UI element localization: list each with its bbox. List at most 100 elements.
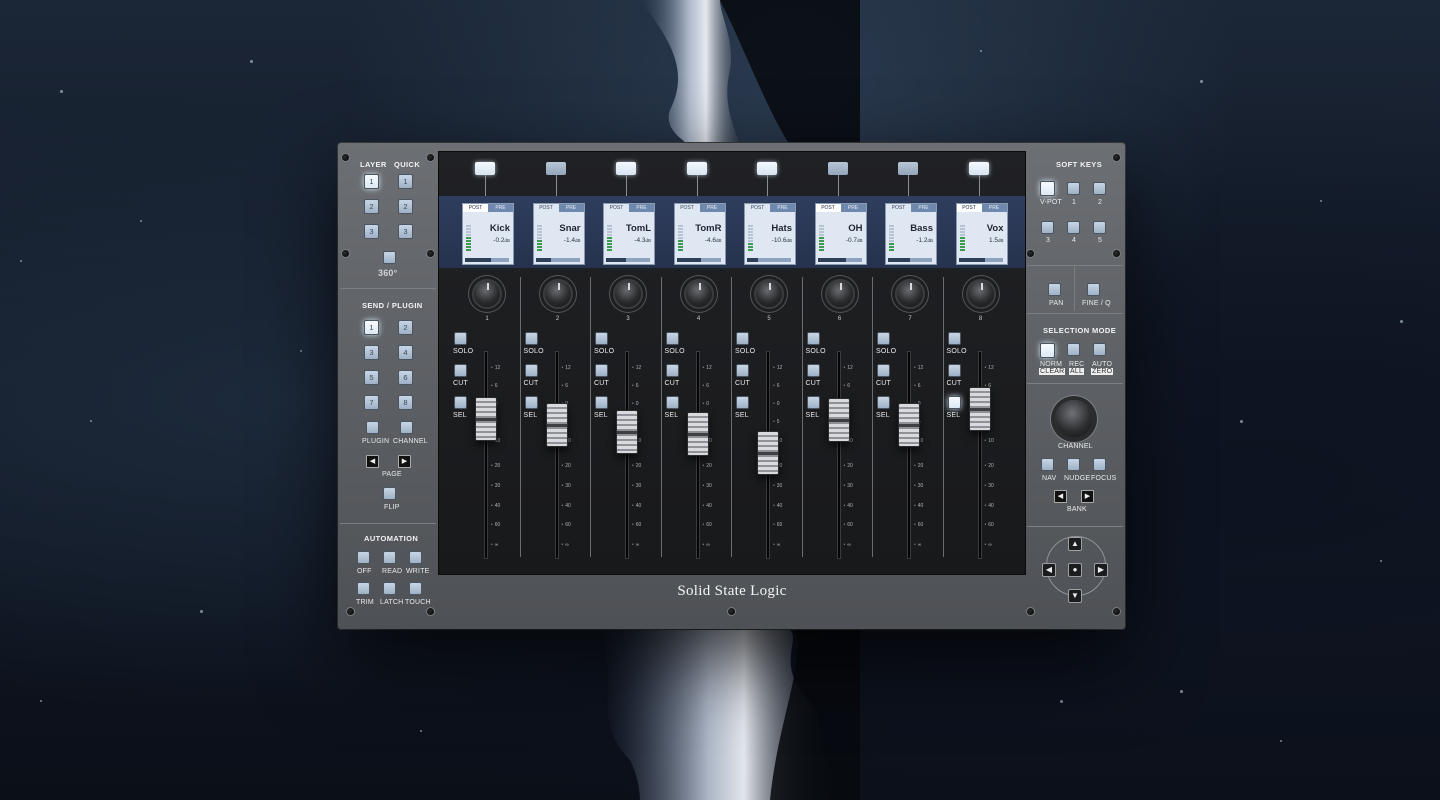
send-button-5[interactable]: 5 <box>364 370 379 385</box>
channel-sel-button[interactable] <box>524 396 538 409</box>
pre-tab[interactable]: PRE <box>558 204 584 212</box>
360-button[interactable] <box>383 251 396 264</box>
channel-soft-key[interactable] <box>616 162 636 175</box>
channel-cut-button[interactable] <box>806 364 820 377</box>
channel-solo-button[interactable] <box>454 332 467 345</box>
channel-fader[interactable] <box>545 403 568 448</box>
channel-vpot-knob[interactable] <box>613 279 643 309</box>
send-button-2[interactable]: 2 <box>398 320 413 335</box>
channel-fader[interactable] <box>686 411 709 456</box>
post-tab[interactable]: POST <box>886 204 911 212</box>
channel-sel-button[interactable] <box>665 396 679 409</box>
channel-cut-button[interactable] <box>595 364 608 377</box>
channel-soft-key[interactable] <box>545 162 566 175</box>
soft-key-4[interactable] <box>1067 221 1080 234</box>
channel-soft-key[interactable] <box>968 162 989 175</box>
post-tab[interactable]: POST <box>815 204 841 212</box>
post-tab[interactable]: POST <box>675 204 700 212</box>
channel-cut-button[interactable] <box>877 364 890 377</box>
automation-touch-button[interactable] <box>409 582 422 595</box>
channel-sel-button[interactable] <box>947 396 961 409</box>
automation-read-button[interactable] <box>383 551 396 564</box>
bank-left-button[interactable]: ◀ <box>1054 490 1067 503</box>
channel-fader[interactable] <box>827 398 850 443</box>
channel-fader[interactable] <box>616 409 638 454</box>
channel-cut-button[interactable] <box>454 364 467 377</box>
channel-sel-button[interactable] <box>736 396 749 409</box>
pre-tab[interactable]: PRE <box>699 204 725 212</box>
channel-fader[interactable] <box>475 396 497 441</box>
vpot-button[interactable] <box>1040 181 1055 196</box>
channel-fader[interactable] <box>757 431 779 476</box>
send-button-6[interactable]: 6 <box>398 370 413 385</box>
send-button-8[interactable]: 8 <box>398 395 413 410</box>
quick-button-1[interactable]: 1 <box>398 174 413 189</box>
channel-sel-button[interactable] <box>595 396 608 409</box>
pan-button[interactable] <box>1048 283 1061 296</box>
post-tab[interactable]: POST <box>745 204 770 212</box>
bank-right-button[interactable]: ▶ <box>1081 490 1094 503</box>
channel-fader[interactable] <box>898 403 920 448</box>
center-dot-button[interactable]: ● <box>1068 563 1082 577</box>
pre-tab[interactable]: PRE <box>981 204 1007 212</box>
layer-button-2[interactable]: 2 <box>364 199 379 214</box>
channel-vpot-knob[interactable] <box>824 279 855 309</box>
channel-vpot-knob[interactable] <box>895 279 925 309</box>
automation-off-button[interactable] <box>357 551 370 564</box>
channel-sel-button[interactable] <box>806 396 820 409</box>
post-tab[interactable]: POST <box>956 204 982 212</box>
page-right-button[interactable]: ▶ <box>398 455 411 468</box>
channel-cut-button[interactable] <box>524 364 538 377</box>
channel-sel-button[interactable] <box>454 396 467 409</box>
channel-vpot-knob[interactable] <box>542 279 573 309</box>
channel-vpot-knob[interactable] <box>965 279 996 309</box>
channel-solo-button[interactable] <box>595 332 608 345</box>
send-button-3[interactable]: 3 <box>364 345 379 360</box>
channel-cut-button[interactable] <box>665 364 679 377</box>
channel-solo-button[interactable] <box>877 332 890 345</box>
left-arrow-button[interactable]: ◀ <box>1042 563 1056 577</box>
pre-tab[interactable]: PRE <box>911 204 936 212</box>
send-button-1[interactable]: 1 <box>364 320 379 335</box>
up-arrow-button[interactable]: ▲ <box>1068 537 1082 551</box>
soft-key-5[interactable] <box>1093 221 1106 234</box>
channel-cut-button[interactable] <box>736 364 749 377</box>
send-button-4[interactable]: 4 <box>398 345 413 360</box>
channel-encoder-knob[interactable] <box>1055 400 1093 438</box>
quick-button-3[interactable]: 3 <box>398 224 413 239</box>
pre-tab[interactable]: PRE <box>840 204 866 212</box>
channel-vpot-knob[interactable] <box>683 279 714 309</box>
nudge-button[interactable] <box>1067 458 1080 471</box>
channel-vpot-knob[interactable] <box>754 279 784 309</box>
channel-solo-button[interactable] <box>806 332 820 345</box>
quick-button-2[interactable]: 2 <box>398 199 413 214</box>
channel-vpot-knob[interactable] <box>472 279 502 309</box>
channel-soft-key[interactable] <box>898 162 918 175</box>
rec-all-button[interactable] <box>1067 343 1080 356</box>
layer-button-1[interactable]: 1 <box>364 174 379 189</box>
channel-soft-key[interactable] <box>686 162 707 175</box>
post-tab[interactable]: POST <box>534 204 559 212</box>
right-arrow-button[interactable]: ▶ <box>1094 563 1108 577</box>
post-tab[interactable]: POST <box>463 204 488 212</box>
automation-trim-button[interactable] <box>357 582 370 595</box>
page-left-button[interactable]: ◀ <box>366 455 379 468</box>
post-tab[interactable]: POST <box>604 204 629 212</box>
auto-zero-button[interactable] <box>1093 343 1106 356</box>
send-button-7[interactable]: 7 <box>364 395 379 410</box>
nav-button[interactable] <box>1041 458 1054 471</box>
pre-tab[interactable]: PRE <box>488 204 513 212</box>
channel-cut-button[interactable] <box>947 364 961 377</box>
channel-solo-button[interactable] <box>524 332 538 345</box>
soft-key-3[interactable] <box>1041 221 1054 234</box>
focus-button[interactable] <box>1093 458 1106 471</box>
automation-write-button[interactable] <box>409 551 422 564</box>
channel-fader[interactable] <box>968 386 991 431</box>
channel-solo-button[interactable] <box>736 332 749 345</box>
pre-tab[interactable]: PRE <box>629 204 654 212</box>
soft-key-1[interactable] <box>1067 182 1080 195</box>
automation-latch-button[interactable] <box>383 582 396 595</box>
channel-solo-button[interactable] <box>947 332 961 345</box>
down-arrow-button[interactable]: ▼ <box>1068 589 1082 603</box>
plugin-button[interactable] <box>366 421 379 434</box>
